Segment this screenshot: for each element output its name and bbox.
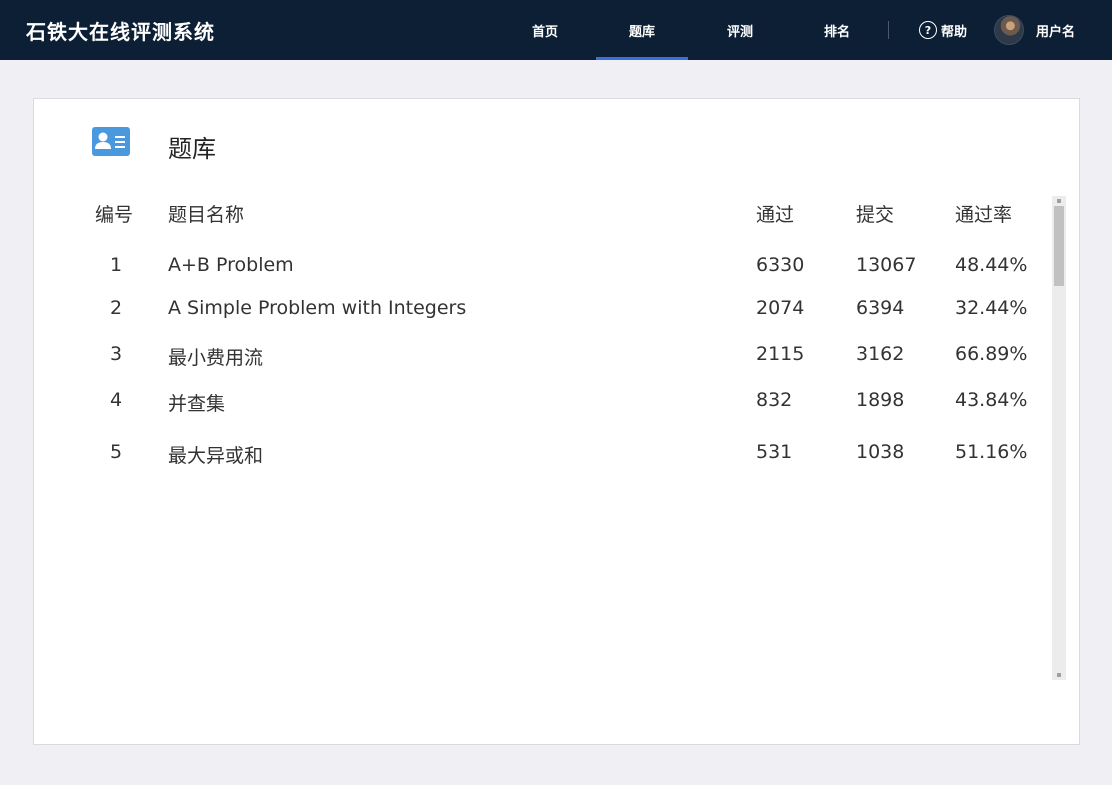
problem-id: 2 [110, 297, 123, 319]
id-card-icon [92, 127, 130, 156]
column-header-id: 编号 [95, 204, 134, 226]
problem-submitted: 3162 [856, 343, 905, 365]
problem-rate: 51.16% [955, 441, 1028, 463]
problem-list-card: 题库 编号 题目名称 通过 提交 通过率 1 A+B Problem 6330 … [33, 98, 1080, 745]
column-header-passed: 通过 [756, 204, 795, 226]
problem-name-link[interactable]: A Simple Problem with Integers [168, 297, 466, 319]
problem-name-link[interactable]: 最大异或和 [168, 441, 263, 468]
question-circle-icon: ? [919, 21, 937, 39]
problem-rate: 66.89% [955, 343, 1028, 365]
scroll-down-arrow[interactable] [1057, 673, 1061, 677]
brand-title[interactable]: 石铁大在线评测系统 [26, 0, 215, 60]
problem-id: 5 [110, 441, 123, 463]
top-navigation-bar: 石铁大在线评测系统 首页 题库 评测 排名 ? 帮助 用户名 [0, 0, 1112, 60]
problem-submitted: 1038 [856, 441, 905, 463]
problem-submitted: 1898 [856, 389, 905, 411]
problem-rate: 48.44% [955, 254, 1028, 276]
scrollbar-thumb[interactable] [1054, 206, 1064, 286]
page-title: 题库 [168, 135, 216, 163]
nav-item-home[interactable]: 首页 [499, 0, 591, 60]
problem-submitted: 13067 [856, 254, 917, 276]
avatar[interactable] [994, 15, 1024, 45]
problem-passed: 2074 [756, 297, 805, 319]
problem-passed: 2115 [756, 343, 805, 365]
column-header-rate: 通过率 [955, 204, 1013, 226]
user-menu[interactable]: 用户名 [994, 0, 1075, 60]
problem-rate: 32.44% [955, 297, 1028, 319]
table-scrollbar[interactable] [1052, 196, 1066, 680]
problem-passed: 6330 [756, 254, 805, 276]
nav-item-ranking[interactable]: 排名 [791, 0, 883, 60]
help-label: 帮助 [941, 24, 968, 40]
username-label: 用户名 [1036, 24, 1076, 40]
problem-submitted: 6394 [856, 297, 905, 319]
column-header-name: 题目名称 [168, 204, 245, 226]
scroll-up-arrow[interactable] [1057, 199, 1061, 203]
problem-id: 4 [110, 389, 123, 411]
problem-name-link[interactable]: 最小费用流 [168, 343, 263, 370]
problem-id: 1 [110, 254, 123, 276]
nav-item-judge[interactable]: 评测 [694, 0, 786, 60]
problem-id: 3 [110, 343, 123, 365]
problem-name-link[interactable]: A+B Problem [168, 254, 294, 276]
problem-rate: 43.84% [955, 389, 1028, 411]
nav-item-problems[interactable]: 题库 [596, 0, 688, 60]
problem-name-link[interactable]: 并查集 [168, 389, 225, 416]
help-link[interactable]: ? 帮助 [919, 0, 967, 60]
column-header-submitted: 提交 [856, 204, 895, 226]
problem-passed: 531 [756, 441, 793, 463]
nav-divider [888, 21, 889, 39]
problem-passed: 832 [756, 389, 793, 411]
